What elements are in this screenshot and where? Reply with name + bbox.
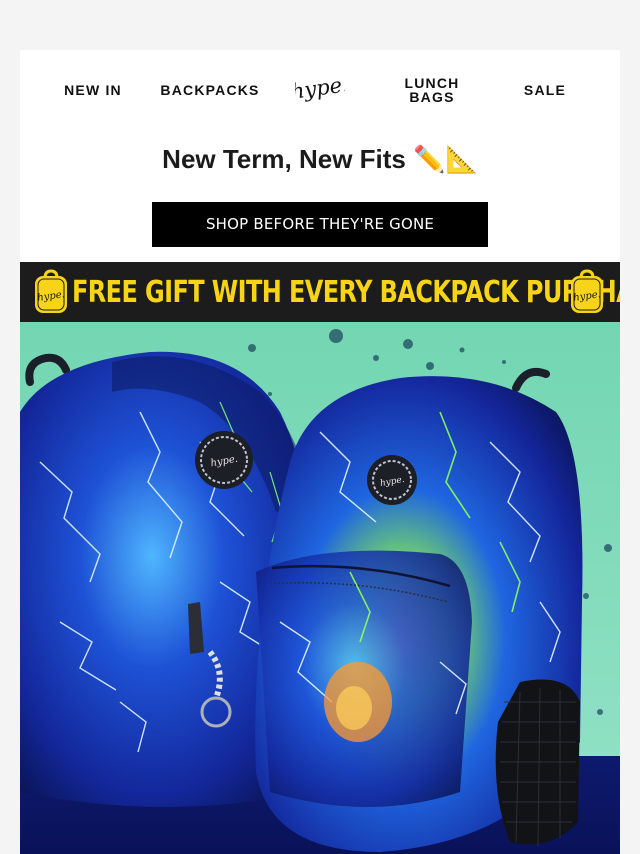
hero-image[interactable]: hype. hype. — [20, 322, 620, 854]
free-gift-banner[interactable]: hype. FREE GIFT WITH EVERY BACKPACK PURC… — [20, 262, 620, 322]
lightning-backpacks-image: hype. hype. — [20, 322, 620, 854]
nav-sale[interactable]: SALE — [516, 83, 574, 97]
promo-text: FREE GIFT WITH EVERY BACKPACK PURCHASE! — [72, 274, 620, 310]
backpack-icon: hype. — [571, 269, 603, 313]
backpack-icon: hype. — [35, 269, 67, 313]
nav-lunch-line1: LUNCH — [404, 75, 460, 91]
nav-backpacks[interactable]: BACKPACKS — [156, 83, 264, 97]
nav-lunch-line2: BAGS — [409, 89, 455, 105]
headline: New Term, New Fits ✏️📐 — [162, 144, 478, 174]
logo-text: hype. — [295, 72, 345, 104]
nav-lunch-bags[interactable]: LUNCH BAGS — [398, 76, 466, 104]
hype-logo[interactable]: hype. — [289, 68, 350, 112]
nav-new-in[interactable]: NEW IN — [58, 83, 128, 97]
email-container: NEW IN BACKPACKS hype. LUNCH BAGS SALE N… — [20, 50, 620, 854]
hype-logo-icon: hype. — [289, 72, 350, 104]
shop-button[interactable]: SHOP BEFORE THEY'RE GONE — [152, 202, 488, 247]
top-navigation: NEW IN BACKPACKS hype. LUNCH BAGS SALE — [20, 50, 620, 130]
